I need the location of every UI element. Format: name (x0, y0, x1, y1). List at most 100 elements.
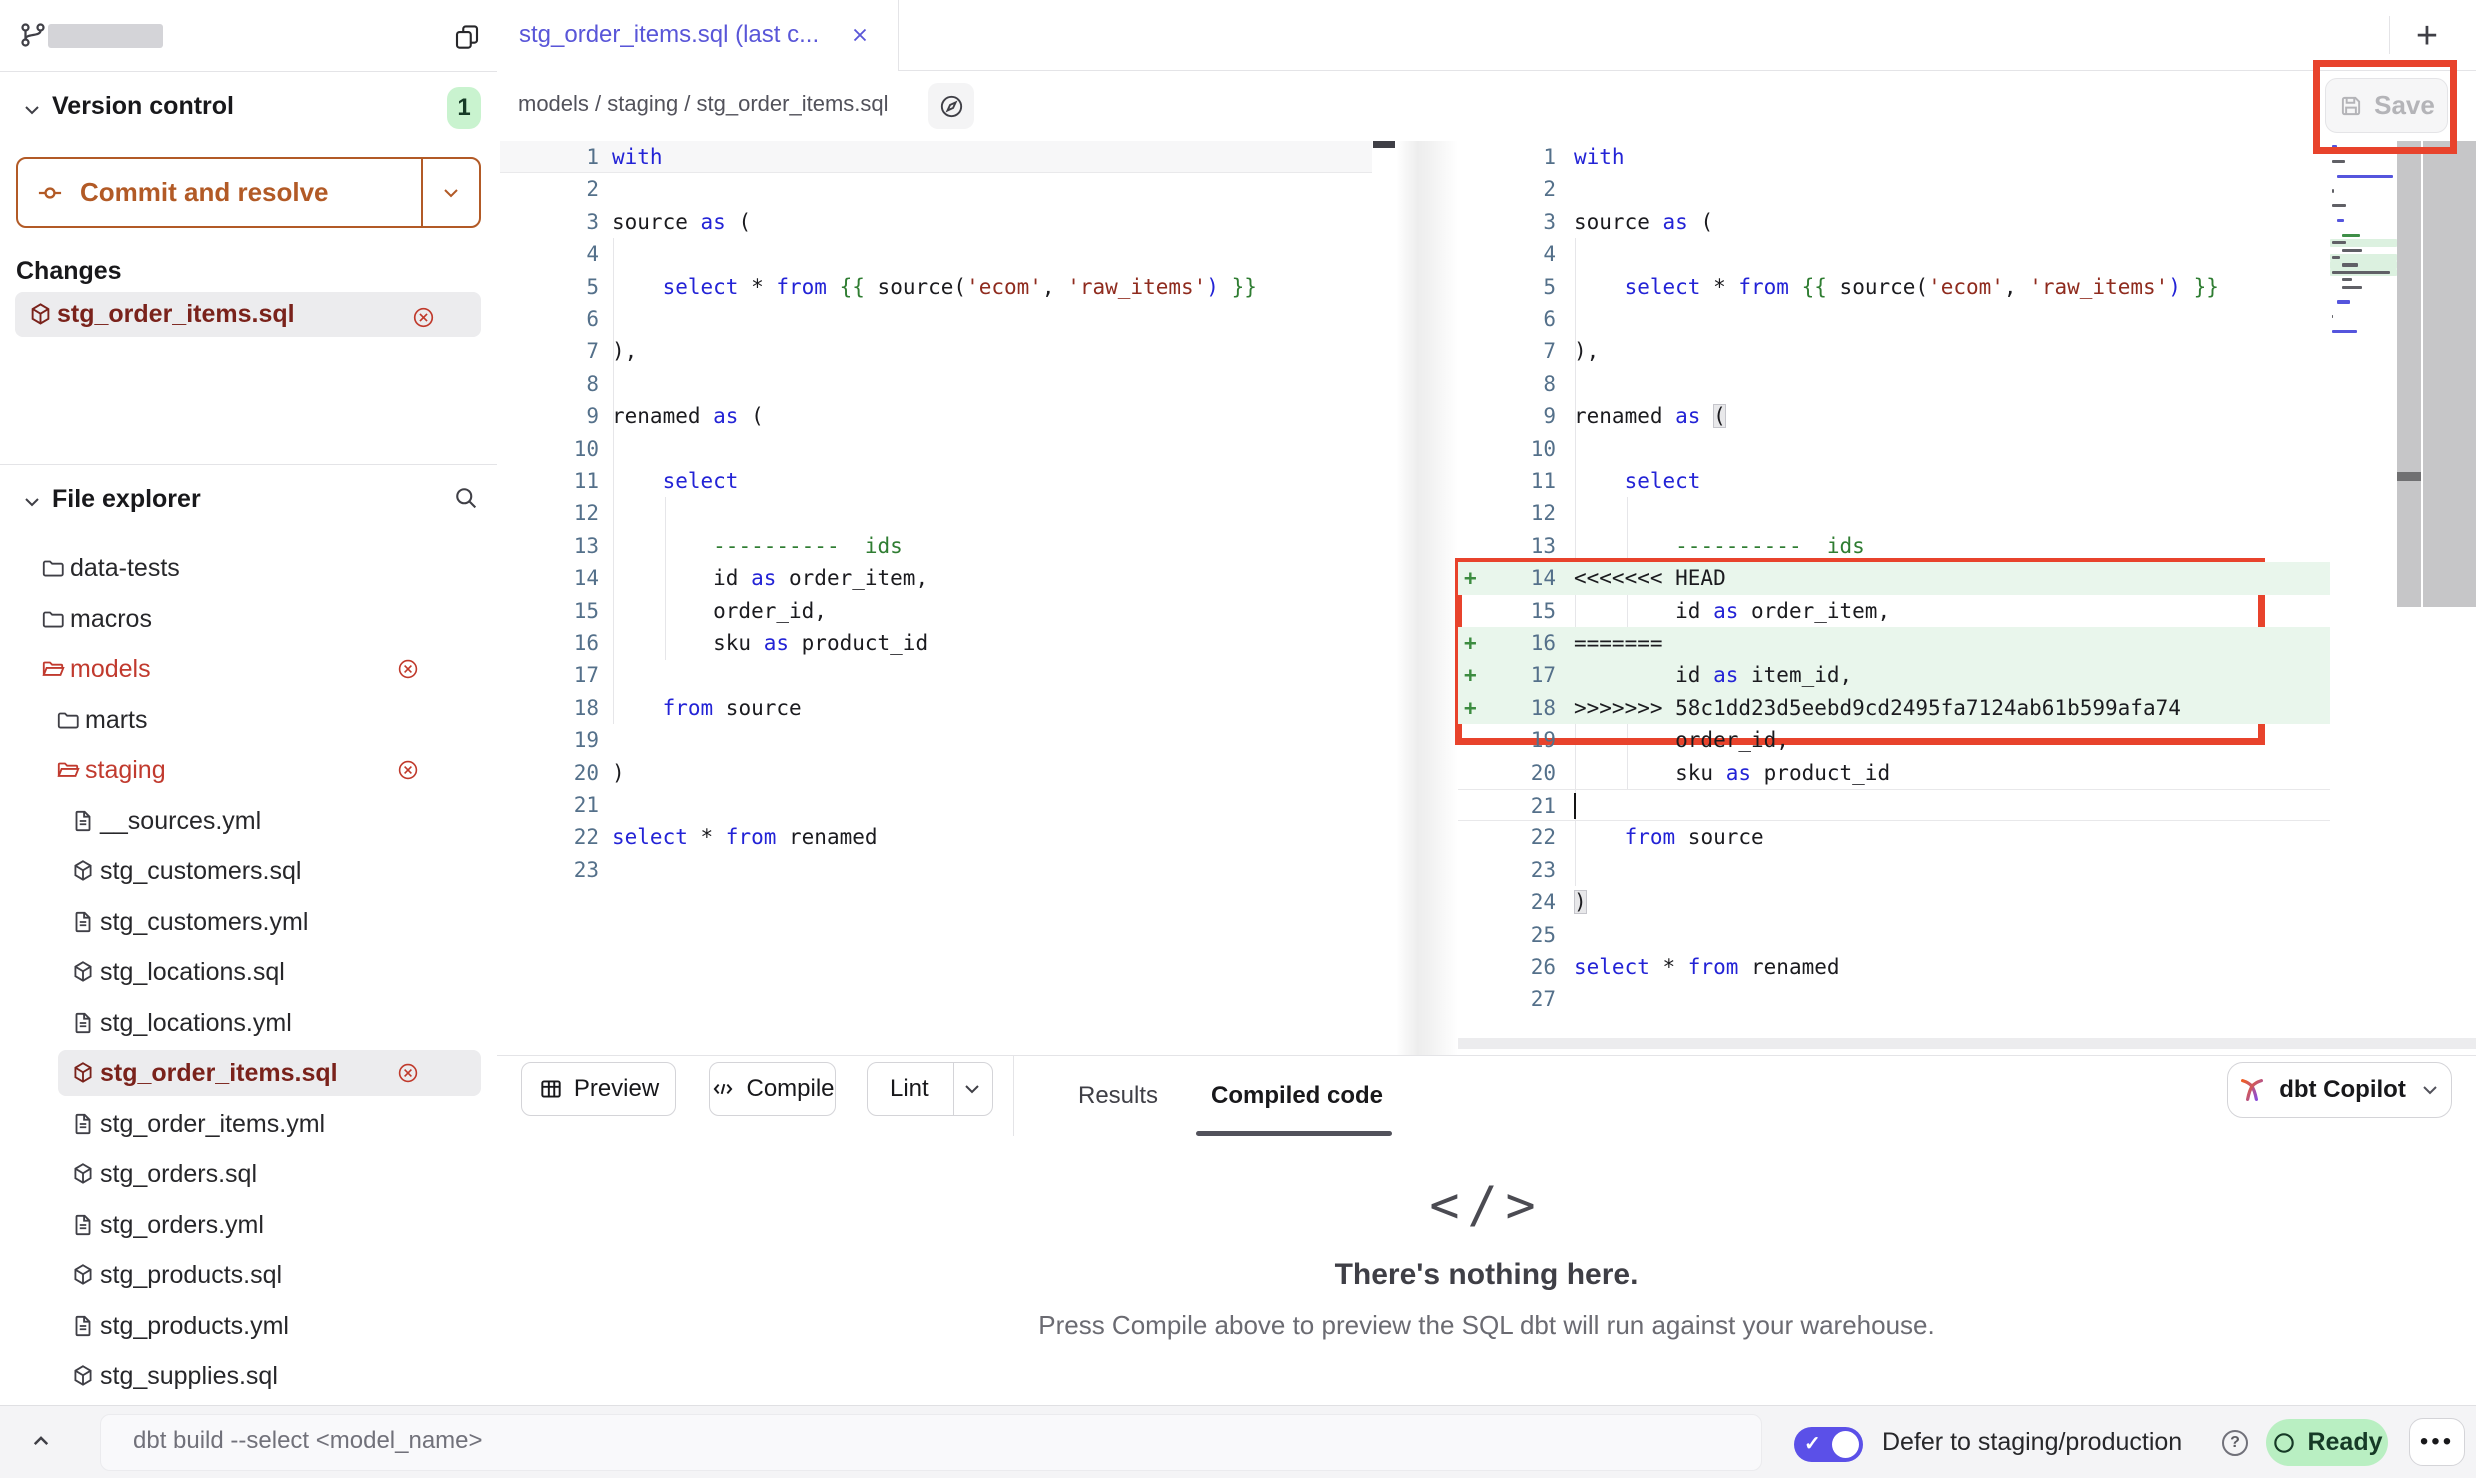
git-branch-icon[interactable] (18, 20, 48, 50)
chevron-up-icon[interactable] (26, 1426, 56, 1456)
breadcrumb[interactable]: models / staging / stg_order_items.sql (518, 91, 889, 117)
chevron-down-icon[interactable] (960, 1077, 984, 1101)
tab-compiled-code[interactable]: Compiled code (1211, 1056, 1383, 1136)
code-line[interactable]: 23 (500, 854, 1372, 886)
compile-button[interactable]: Compile (709, 1062, 836, 1116)
file-tree-item[interactable]: stg_customers.sql (0, 846, 497, 897)
code-line[interactable]: 6 (500, 303, 1372, 335)
code-line[interactable]: 13 ---------- ids (500, 530, 1372, 562)
changed-file-item[interactable]: stg_order_items.sql (15, 292, 481, 337)
lineage-button[interactable] (928, 83, 974, 129)
code-line[interactable]: 21 (500, 789, 1372, 821)
code-line[interactable]: 5 select * from {{ source('ecom', 'raw_i… (500, 271, 1372, 303)
code-line[interactable]: 9renamed as ( (1458, 400, 2330, 432)
code-line[interactable]: 5 select * from {{ source('ecom', 'raw_i… (1458, 271, 2330, 303)
code-line[interactable]: 27 (1458, 983, 2330, 1015)
code-line[interactable]: 11 select (1458, 465, 2330, 497)
code-line[interactable]: 6 (1458, 303, 2330, 335)
lint-button[interactable]: Lint (867, 1062, 993, 1116)
file-tree-item[interactable]: stg_orders.sql (0, 1149, 497, 1200)
code-line[interactable]: 24) (1458, 886, 2330, 918)
code-line[interactable]: 3source as ( (500, 206, 1372, 238)
file-tree-item[interactable]: __sources.yml (0, 796, 497, 847)
code-line[interactable]: 4 (1458, 238, 2330, 270)
file-tree-item[interactable]: marts (0, 695, 497, 746)
code-line[interactable]: 1with (500, 141, 1372, 173)
close-icon[interactable] (849, 24, 871, 46)
defer-toggle[interactable]: ✓ (1794, 1427, 1863, 1462)
tab-results[interactable]: Results (1078, 1056, 1158, 1136)
code-line[interactable]: 17 (500, 659, 1372, 691)
command-input[interactable]: dbt build --select <model_name> (100, 1414, 1762, 1471)
search-icon[interactable] (452, 484, 480, 512)
code-line[interactable]: +17 id as item_id, (1458, 659, 2330, 691)
code-line[interactable]: 11 select (500, 465, 1372, 497)
help-icon[interactable]: ? (2222, 1430, 2248, 1456)
minimap[interactable] (2330, 141, 2397, 371)
save-button[interactable]: Save (2325, 78, 2448, 133)
preview-button[interactable]: Preview (521, 1062, 676, 1116)
file-tree-item[interactable]: stg_order_items.yml (0, 1099, 497, 1150)
file-tree-item[interactable]: stg_products.yml (0, 1301, 497, 1352)
code-line[interactable]: 8 (500, 368, 1372, 400)
code-line[interactable]: 8 (1458, 368, 2330, 400)
file-tree-item[interactable]: stg_order_items.sql (0, 1048, 497, 1099)
editor-scrollbar-track[interactable] (2397, 141, 2421, 607)
code-line[interactable]: 7), (1458, 335, 2330, 367)
pane-divider[interactable] (1396, 141, 1458, 1055)
code-line[interactable]: 4 (500, 238, 1372, 270)
code-line[interactable]: 7), (500, 335, 1372, 367)
code-line[interactable]: 20) (500, 757, 1372, 789)
code-line[interactable]: 16 sku as product_id (500, 627, 1372, 659)
code-line[interactable]: 25 (1458, 919, 2330, 951)
new-tab-button[interactable]: + (2405, 16, 2449, 56)
code-line[interactable]: +16======= (1458, 627, 2330, 659)
code-line[interactable]: 13 ---------- ids (1458, 530, 2330, 562)
file-tree-item[interactable]: macros (0, 594, 497, 645)
code-line[interactable]: 1with (1458, 141, 2330, 173)
chevron-down-icon[interactable] (20, 490, 44, 514)
editor-scrollbar-handle[interactable] (2397, 472, 2421, 481)
code-line[interactable]: 15 id as order_item, (1458, 595, 2330, 627)
status-badge[interactable]: Ready (2266, 1419, 2388, 1466)
code-line[interactable]: 12 (1458, 497, 2330, 529)
file-tree-item[interactable]: stg_supplies.sql (0, 1351, 497, 1402)
code-line[interactable]: 20 sku as product_id (1458, 757, 2330, 789)
code-line[interactable]: 23 (1458, 854, 2330, 886)
code-line[interactable]: +18>>>>>>> 58c1dd23d5eebd9cd2495fa7124ab… (1458, 692, 2330, 724)
code-line[interactable]: 9renamed as ( (500, 400, 1372, 432)
code-line[interactable]: 18 from source (500, 692, 1372, 724)
more-options-button[interactable]: ••• (2409, 1418, 2465, 1466)
code-line[interactable]: 10 (1458, 433, 2330, 465)
commit-dropdown-toggle[interactable] (421, 159, 479, 226)
code-line[interactable]: +14<<<<<<< HEAD (1458, 562, 2330, 594)
file-tree-item[interactable]: models (0, 644, 497, 695)
code-line[interactable]: 22select * from renamed (500, 821, 1372, 853)
dbt-copilot-button[interactable]: dbt Copilot (2227, 1062, 2452, 1118)
code-line[interactable]: 12 (500, 497, 1372, 529)
commit-and-resolve-button[interactable]: Commit and resolve (16, 157, 481, 228)
code-line[interactable]: 3source as ( (1458, 206, 2330, 238)
code-line[interactable]: 21 (1458, 789, 2330, 821)
code-line[interactable]: 15 order_id, (500, 595, 1372, 627)
code-line[interactable]: 2 (1458, 173, 2330, 205)
file-tree-item[interactable]: stg_products.sql (0, 1250, 497, 1301)
horizontal-scrollbar[interactable] (1458, 1038, 2476, 1049)
file-tree-item[interactable]: staging (0, 745, 497, 796)
file-tree-item[interactable]: stg_locations.sql (0, 947, 497, 998)
code-line[interactable]: 19 (500, 724, 1372, 756)
file-tree-item[interactable]: stg_locations.yml (0, 998, 497, 1049)
code-line[interactable]: 10 (500, 433, 1372, 465)
code-line[interactable]: 2 (500, 173, 1372, 205)
copy-icon[interactable] (452, 22, 482, 52)
code-line[interactable]: 19 order_id, (1458, 724, 2330, 756)
code-line[interactable]: 14 id as order_item, (500, 562, 1372, 594)
chevron-down-icon[interactable] (20, 98, 44, 122)
code-line[interactable]: 26select * from renamed (1458, 951, 2330, 983)
code-line[interactable]: 22 from source (1458, 821, 2330, 853)
file-tree-item[interactable]: data-tests (0, 543, 497, 594)
tab-stg-order-items[interactable]: stg_order_items.sql (last c... (497, 0, 899, 71)
file-tree-item[interactable]: stg_customers.yml (0, 897, 497, 948)
file-tree-item[interactable]: stg_orders.yml (0, 1200, 497, 1251)
window-scrollbar[interactable] (2423, 141, 2476, 607)
